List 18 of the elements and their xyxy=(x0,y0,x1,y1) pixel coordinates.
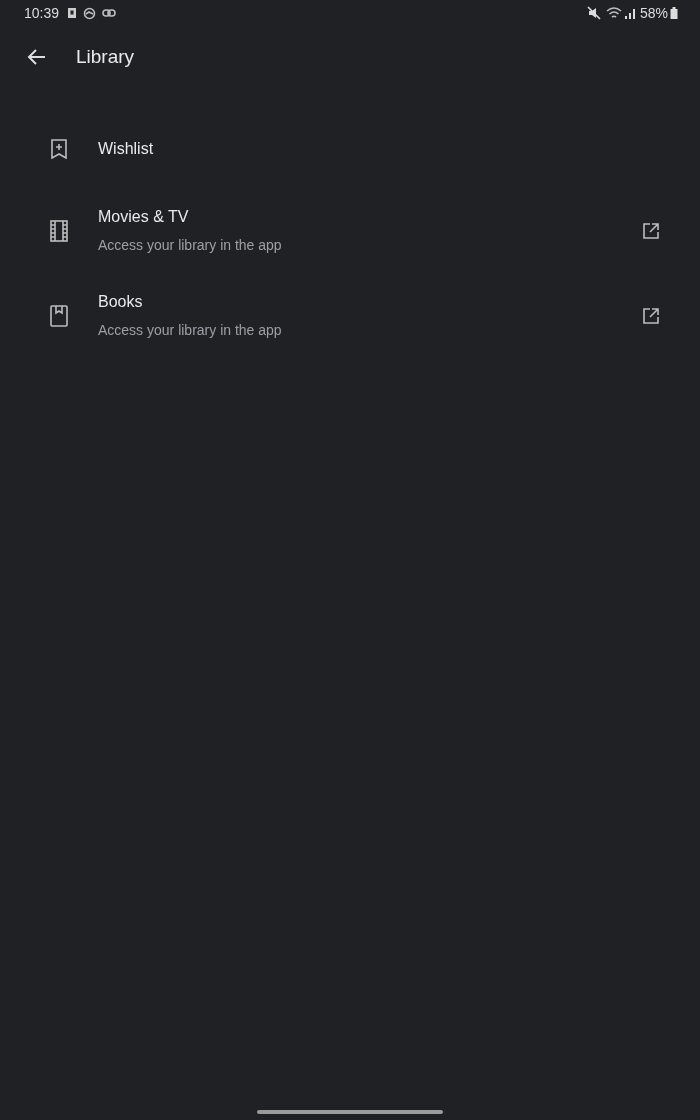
film-icon xyxy=(50,219,68,242)
mute-icon xyxy=(586,6,601,20)
page-title: Library xyxy=(76,44,135,69)
bookmark-icon xyxy=(50,139,68,159)
link-icon xyxy=(102,9,117,17)
item-subtitle: Access your library in the app xyxy=(98,321,283,340)
battery-percent: 58% xyxy=(639,3,668,23)
wifi-icon xyxy=(605,6,622,20)
item-subtitle: Access your library in the app xyxy=(98,236,283,255)
clock: 10:39 xyxy=(24,3,60,23)
item-title: Books xyxy=(98,292,144,312)
item-title: Wishlist xyxy=(98,139,155,159)
book-icon xyxy=(50,304,68,327)
signal-icon xyxy=(623,7,636,19)
notification-icon xyxy=(67,7,78,19)
item-title: Movies & TV xyxy=(98,207,190,227)
battery-icon xyxy=(670,7,678,19)
sync-icon xyxy=(83,6,97,20)
